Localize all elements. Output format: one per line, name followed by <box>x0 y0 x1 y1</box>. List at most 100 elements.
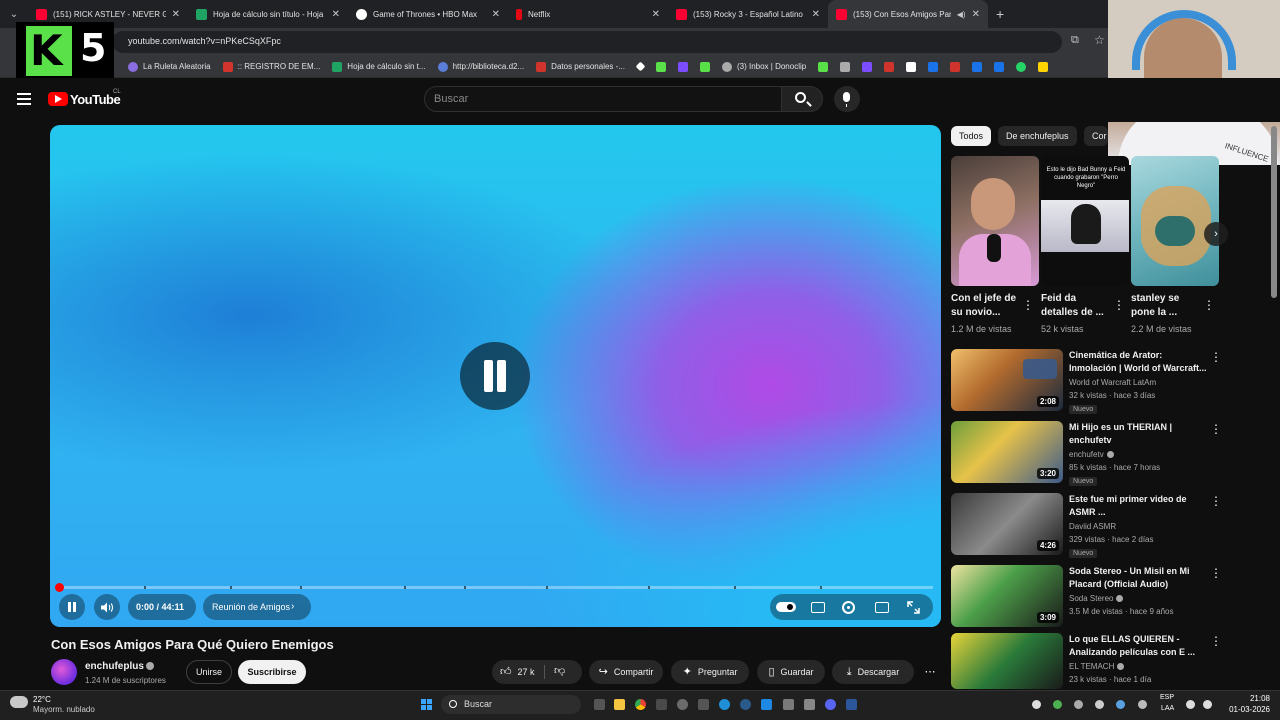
bookmark-shortcut-icon[interactable] <box>884 61 895 72</box>
theater-mode-icon[interactable] <box>875 602 889 613</box>
rec-channel[interactable]: enchufetv <box>1069 450 1114 459</box>
discord-icon[interactable] <box>825 699 836 710</box>
volume-tray-icon[interactable] <box>1203 700 1212 709</box>
app-icon[interactable] <box>656 699 667 710</box>
short-title[interactable]: Con el jefe de su novio... <box>951 292 1021 320</box>
app-icon[interactable] <box>804 699 815 710</box>
search-input[interactable] <box>424 86 782 112</box>
clock-time[interactable]: 21:08 <box>1232 694 1270 703</box>
channel-avatar[interactable] <box>51 659 77 685</box>
address-bar[interactable]: youtube.com/watch?v=nPKeCSqXFpc <box>112 31 1062 53</box>
more-vertical-icon[interactable]: ⋮ <box>1210 494 1222 508</box>
more-vertical-icon[interactable]: ⋮ <box>1210 634 1222 648</box>
more-vertical-icon[interactable]: ⋮ <box>1210 422 1222 436</box>
more-vertical-icon[interactable]: ⋮ <box>1022 298 1034 312</box>
close-icon[interactable]: ✕ <box>972 9 980 20</box>
bookmark-item[interactable]: La Ruleta Aleatoria <box>128 61 211 72</box>
tray-icon[interactable] <box>1053 700 1062 709</box>
more-vertical-icon[interactable]: ⋮ <box>1113 298 1125 312</box>
rec-channel[interactable]: Daviid ASMR <box>1069 522 1116 531</box>
like-button[interactable]: 👍︎ 27 k 👎︎ <box>492 660 582 684</box>
rec-title[interactable]: Cinemática de Arator: Inmolación | World… <box>1069 349 1207 375</box>
channel-name[interactable]: enchufeplus <box>85 661 144 672</box>
more-vertical-icon[interactable]: ⋮ <box>1210 566 1222 580</box>
short-thumbnail[interactable] <box>951 156 1039 286</box>
windows-start-icon[interactable] <box>421 699 432 710</box>
browser-tab-active[interactable]: (153) Con Esos Amigos Para ◀) ✕ <box>828 0 988 28</box>
app-icon[interactable] <box>783 699 794 710</box>
bookmark-shortcut-icon[interactable] <box>972 61 983 72</box>
bookmark-item[interactable]: (3) Inbox | Donoclip <box>721 61 806 72</box>
save-button[interactable]: ▯ Guardar <box>757 660 825 684</box>
chip-todos[interactable]: Todos <box>951 126 992 146</box>
tray-icon[interactable] <box>1074 700 1083 709</box>
close-icon[interactable]: ✕ <box>172 9 180 20</box>
url-text[interactable]: youtube.com/watch?v=nPKeCSqXFpc <box>128 36 281 46</box>
subtitles-icon[interactable] <box>811 602 825 613</box>
rec-channel[interactable]: Soda Stereo <box>1069 594 1124 603</box>
more-vertical-icon[interactable]: ⋮ <box>1210 350 1222 364</box>
page-scrollbar[interactable] <box>1271 126 1277 298</box>
app-icon[interactable] <box>846 699 857 710</box>
bookmark-shortcut-icon[interactable] <box>677 61 688 72</box>
bookmark-item[interactable]: Datos personales -... <box>536 61 625 72</box>
more-vertical-icon[interactable]: ⋮ <box>1203 298 1215 312</box>
fullscreen-icon[interactable] <box>907 601 920 614</box>
bookmark-shortcut-icon[interactable] <box>840 61 851 72</box>
video-thumbnail[interactable]: 3:09 <box>951 565 1063 627</box>
app-icon[interactable] <box>677 699 688 710</box>
bookmark-shortcut-icon[interactable] <box>635 61 646 72</box>
settings-gear-icon[interactable] <box>842 601 855 614</box>
bookmark-shortcut-icon[interactable] <box>655 61 666 72</box>
chip-partial[interactable]: Cor <box>1084 126 1108 146</box>
chevron-right-icon[interactable]: › <box>1204 222 1228 246</box>
bookmark-item[interactable]: :: REGISTRO DE EM... <box>222 61 320 72</box>
video-thumbnail[interactable]: 2:08 <box>951 349 1063 411</box>
bookmark-shortcut-icon[interactable] <box>1038 61 1049 72</box>
bookmark-item[interactable]: http://biblioteca.d2... <box>437 61 524 72</box>
bookmark-shortcut-icon[interactable] <box>699 61 710 72</box>
close-icon[interactable]: ✕ <box>332 9 340 20</box>
whatsapp-icon[interactable] <box>1016 61 1027 72</box>
app-icon[interactable] <box>698 699 709 710</box>
ask-button[interactable]: ✦ Preguntar <box>671 660 749 684</box>
join-button[interactable]: Unirse <box>186 660 232 684</box>
bookmark-shortcut-icon[interactable] <box>928 61 939 72</box>
bookmark-star-icon[interactable]: ☆ <box>1094 33 1105 47</box>
rec-title[interactable]: Mi Hijo es un THERIAN | enchufetv <box>1069 421 1207 447</box>
chip-channel[interactable]: De enchufeplus <box>998 126 1077 146</box>
rec-title[interactable]: Lo que ELLAS QUIEREN - Analizando pelícu… <box>1069 633 1207 659</box>
weather-temperature[interactable]: 22°C <box>33 695 51 704</box>
speaker-icon[interactable]: ◀) <box>957 10 966 19</box>
edge-icon[interactable] <box>719 699 730 710</box>
short-title[interactable]: Feid da detalles de ... <box>1041 292 1111 320</box>
steam-icon[interactable] <box>740 699 751 710</box>
more-actions-button[interactable]: ⋯ <box>920 660 940 684</box>
new-tab-button[interactable]: + <box>988 6 1012 22</box>
app-icon[interactable] <box>761 699 772 710</box>
tray-icon[interactable] <box>1095 700 1104 709</box>
tray-icon[interactable] <box>1116 700 1125 709</box>
autoplay-toggle[interactable] <box>776 602 796 612</box>
video-thumbnail[interactable]: 4:26 <box>951 493 1063 555</box>
short-title[interactable]: stanley se pone la ... <box>1131 292 1201 320</box>
rec-title[interactable]: Soda Stereo - Un Misil en Mi Placard (Of… <box>1069 565 1207 591</box>
browser-tab[interactable]: Game of Thrones • HBO Max ✕ <box>348 0 508 28</box>
close-icon[interactable]: ✕ <box>652 9 660 20</box>
wifi-icon[interactable] <box>1186 700 1195 709</box>
install-app-icon[interactable]: ⧉ <box>1071 34 1079 47</box>
language-indicator[interactable]: ESP <box>1160 694 1174 701</box>
bookmark-shortcut-icon[interactable] <box>906 61 917 72</box>
subscribe-button[interactable]: Suscribirse <box>238 660 306 684</box>
taskbar-search-input[interactable] <box>441 695 581 714</box>
video-thumbnail[interactable]: 3:20 <box>951 421 1063 483</box>
browser-tab[interactable]: (153) Rocky 3 - Español Latino ✕ <box>668 0 828 28</box>
rec-title[interactable]: Este fue mi primer video de ASMR ... <box>1069 493 1207 519</box>
rec-channel[interactable]: EL TEMACH <box>1069 662 1125 671</box>
download-button[interactable]: ⤓ Descargar <box>832 660 914 684</box>
chrome-icon[interactable] <box>635 699 646 710</box>
taskview-icon[interactable] <box>594 699 605 710</box>
browser-tab[interactable]: Hoja de cálculo sin título - Hoja ✕ <box>188 0 348 28</box>
cloud-icon[interactable] <box>10 696 28 708</box>
tray-icon[interactable] <box>1032 700 1041 709</box>
